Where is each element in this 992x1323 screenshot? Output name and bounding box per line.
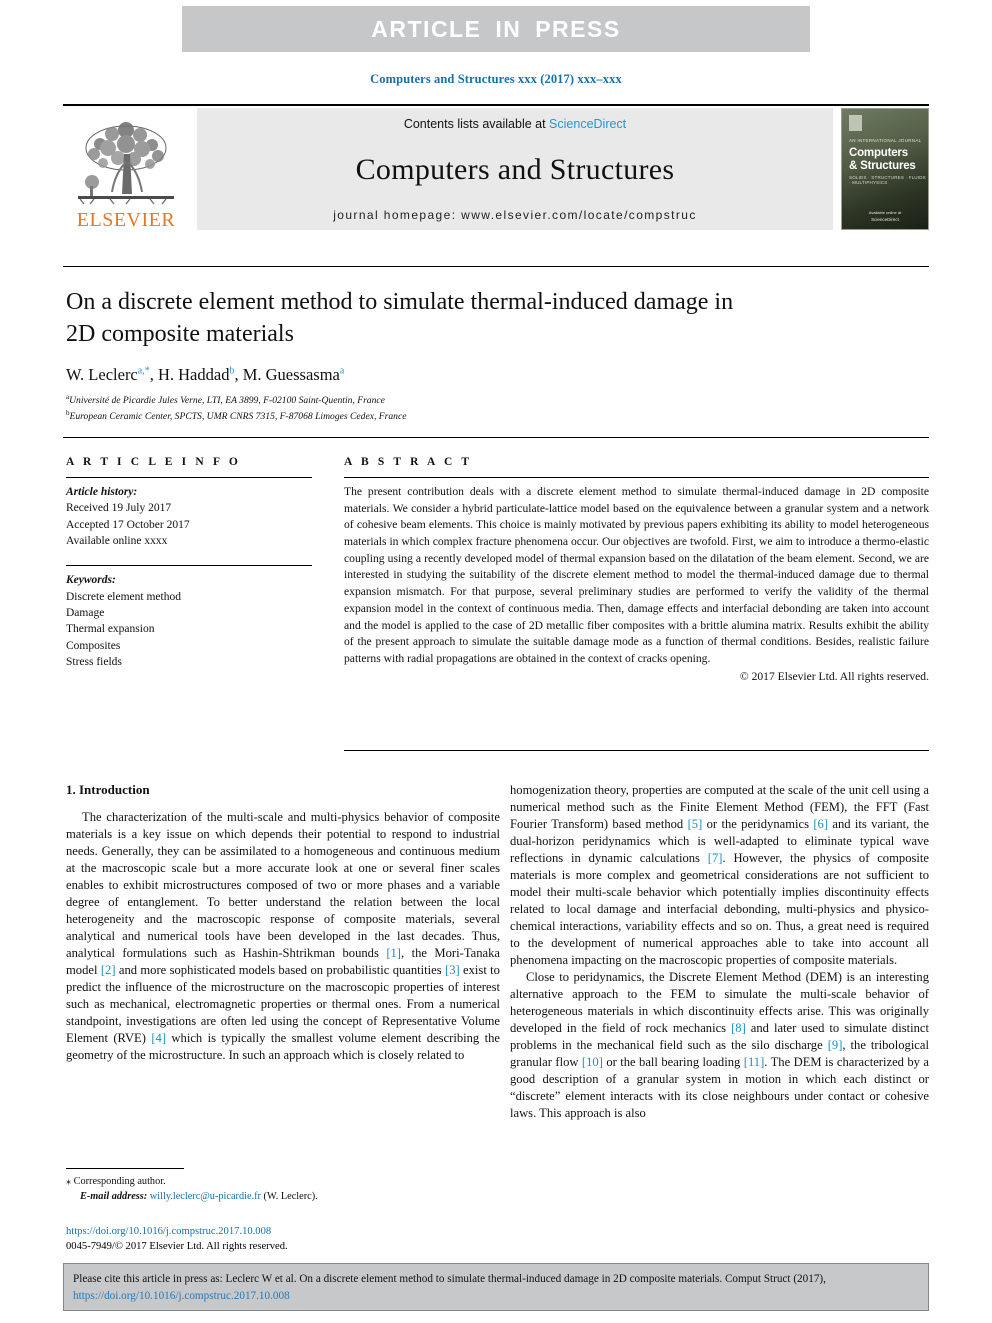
sciencedirect-link[interactable]: ScienceDirect	[549, 117, 626, 131]
reference-link[interactable]: [10]	[582, 1055, 603, 1069]
affiliation-b: bEuropean Ceramic Center, SPCTS, UMR CNR…	[66, 408, 806, 424]
article-info-heading: A R T I C L E I N F O	[66, 456, 241, 468]
affiliation-list: aUniversité de Picardie Jules Verne, LTI…	[66, 392, 806, 424]
masthead-center: Contents lists available at ScienceDirec…	[197, 108, 833, 230]
paragraph: Close to peridynamics, the Discrete Elem…	[510, 970, 929, 1120]
history-accepted: Accepted 17 October 2017	[66, 518, 190, 531]
abstract-divider	[344, 477, 929, 478]
reference-link[interactable]: [5]	[688, 817, 703, 831]
keyword-item: Discrete element method	[66, 590, 181, 603]
corresponding-author-note: ⁎ Corresponding author.	[66, 1174, 486, 1189]
journal-masthead: ELSEVIER Contents lists available at Sci…	[63, 104, 929, 234]
title-divider-top	[63, 266, 929, 267]
cover-publisher-badge-icon	[849, 115, 862, 131]
paragraph: homogenization theory, properties are co…	[510, 783, 929, 967]
abstract-copyright: © 2017 Elsevier Ltd. All rights reserved…	[739, 669, 929, 683]
corresponding-author-text: Corresponding author.	[73, 1176, 166, 1187]
reference-link[interactable]: [4]	[151, 1031, 166, 1045]
section-title-introduction: 1. Introduction	[66, 782, 150, 797]
email-label: E-mail address:	[80, 1191, 148, 1203]
body-column-left: 1. Introduction The characterization of …	[66, 782, 500, 1064]
citation-text: Please cite this article in press as: Le…	[73, 1273, 826, 1285]
reference-link[interactable]: [9]	[828, 1038, 843, 1052]
asterisk-icon: ⁎	[66, 1176, 71, 1187]
keywords-label: Keywords:	[66, 574, 116, 587]
elsevier-tree-icon	[78, 122, 174, 205]
journal-title: Computers and Structures	[355, 152, 675, 186]
author-2-marks: b	[229, 365, 235, 377]
keyword-item: Stress fields	[66, 655, 122, 668]
keyword-item: Damage	[66, 606, 105, 619]
keywords-block: Keywords: Discrete element method Damage…	[66, 572, 312, 670]
issn-copyright-line: 0045-7949/© 2017 Elsevier Ltd. All right…	[66, 1241, 288, 1253]
article-in-press-banner: ARTICLE IN PRESS	[182, 6, 810, 52]
contents-prefix: Contents lists available at	[403, 117, 550, 131]
cover-title-line-1: Computers	[849, 147, 908, 159]
article-info-spacer	[66, 549, 312, 565]
journal-reference-line[interactable]: Computers and Structures xxx (2017) xxx–…	[0, 72, 992, 87]
cover-footer-2: ScienceDirect	[871, 217, 899, 222]
article-history-block: Article history: Received 19 July 2017 A…	[66, 484, 312, 549]
email-link[interactable]: willy.leclerc@u-picardie.fr	[150, 1191, 261, 1202]
affiliation-a-text: Université de Picardie Jules Verne, LTI,…	[69, 395, 385, 407]
article-info-divider	[66, 477, 312, 478]
doi-block: https://doi.org/10.1016/j.compstruc.2017…	[66, 1224, 496, 1255]
citation-doi-link[interactable]: https://doi.org/10.1016/j.compstruc.2017…	[73, 1290, 290, 1302]
abstract-text: The present contribution deals with a di…	[344, 485, 929, 665]
reference-link[interactable]: [1]	[386, 946, 401, 960]
author-3-name[interactable]: M. Guessasma	[243, 365, 340, 384]
footnote-block: ⁎ Corresponding author. E-mail address: …	[66, 1174, 486, 1205]
contents-lists-line: Contents lists available at ScienceDirec…	[404, 117, 626, 131]
journal-homepage-link[interactable]: journal homepage: www.elsevier.com/locat…	[333, 208, 697, 222]
citation-notice-box: Please cite this article in press as: Le…	[63, 1263, 929, 1311]
cover-title-line-2: & Structures	[849, 160, 916, 172]
cover-small-top: AN INTERNATIONAL JOURNAL	[849, 138, 922, 143]
author-3-marks: a	[339, 365, 345, 377]
author-list: W. Leclerca,*, H. Haddadb, M. Guessasmaa	[66, 365, 345, 384]
elsevier-logo: ELSEVIER	[63, 106, 189, 232]
page-title: On a discrete element method to simulate…	[66, 289, 734, 347]
abstract-heading: A B S T R A C T	[344, 456, 473, 468]
paragraph: The characterization of the multi-scale …	[66, 810, 501, 1062]
affiliation-a: aUniversité de Picardie Jules Verne, LTI…	[66, 392, 806, 408]
history-online: Available online xxxx	[66, 534, 168, 547]
article-info-column: A R T I C L E I N F O Article history: R…	[66, 456, 312, 670]
keywords-divider	[66, 565, 312, 567]
reference-link[interactable]: [7]	[708, 851, 723, 865]
reference-link[interactable]: [2]	[101, 963, 116, 977]
reference-link[interactable]: [3]	[445, 963, 460, 977]
article-history-label: Article history:	[66, 486, 138, 498]
affiliation-b-text: European Ceramic Center, SPCTS, UMR CNRS…	[69, 411, 407, 423]
article-in-press-label: ARTICLE IN PRESS	[371, 15, 621, 42]
cover-footer-1: Available online at	[868, 210, 902, 215]
reference-link[interactable]: [11]	[744, 1055, 765, 1069]
elsevier-wordmark: ELSEVIER	[76, 209, 176, 231]
history-received: Received 19 July 2017	[66, 502, 172, 515]
journal-cover-thumbnail[interactable]: AN INTERNATIONAL JOURNAL Computers & Str…	[841, 108, 929, 230]
author-1-marks: a,*	[137, 365, 150, 377]
email-line: E-mail address: willy.leclerc@u-picardie…	[66, 1189, 486, 1204]
abstract-column: A B S T R A C T The present contribution…	[344, 456, 929, 683]
body-column-right: homogenization theory, properties are co…	[510, 782, 929, 1122]
author-2-name[interactable]: H. Haddad	[158, 365, 229, 384]
doi-link[interactable]: https://doi.org/10.1016/j.compstruc.2017…	[66, 1224, 496, 1239]
cover-subtitle: SOLIDS · STRUCTURES · FLUIDS · MULTIPHYS…	[849, 175, 926, 185]
footnote-divider	[66, 1168, 184, 1169]
title-divider-bottom	[63, 437, 929, 438]
author-1-name[interactable]: W. Leclerc	[66, 365, 138, 384]
abstract-divider-bottom	[344, 750, 929, 751]
email-owner: (W. Leclerc).	[263, 1191, 318, 1203]
reference-link[interactable]: [8]	[731, 1021, 746, 1035]
keyword-item: Thermal expansion	[66, 623, 155, 636]
keyword-item: Composites	[66, 639, 121, 652]
reference-link[interactable]: [6]	[813, 817, 828, 831]
